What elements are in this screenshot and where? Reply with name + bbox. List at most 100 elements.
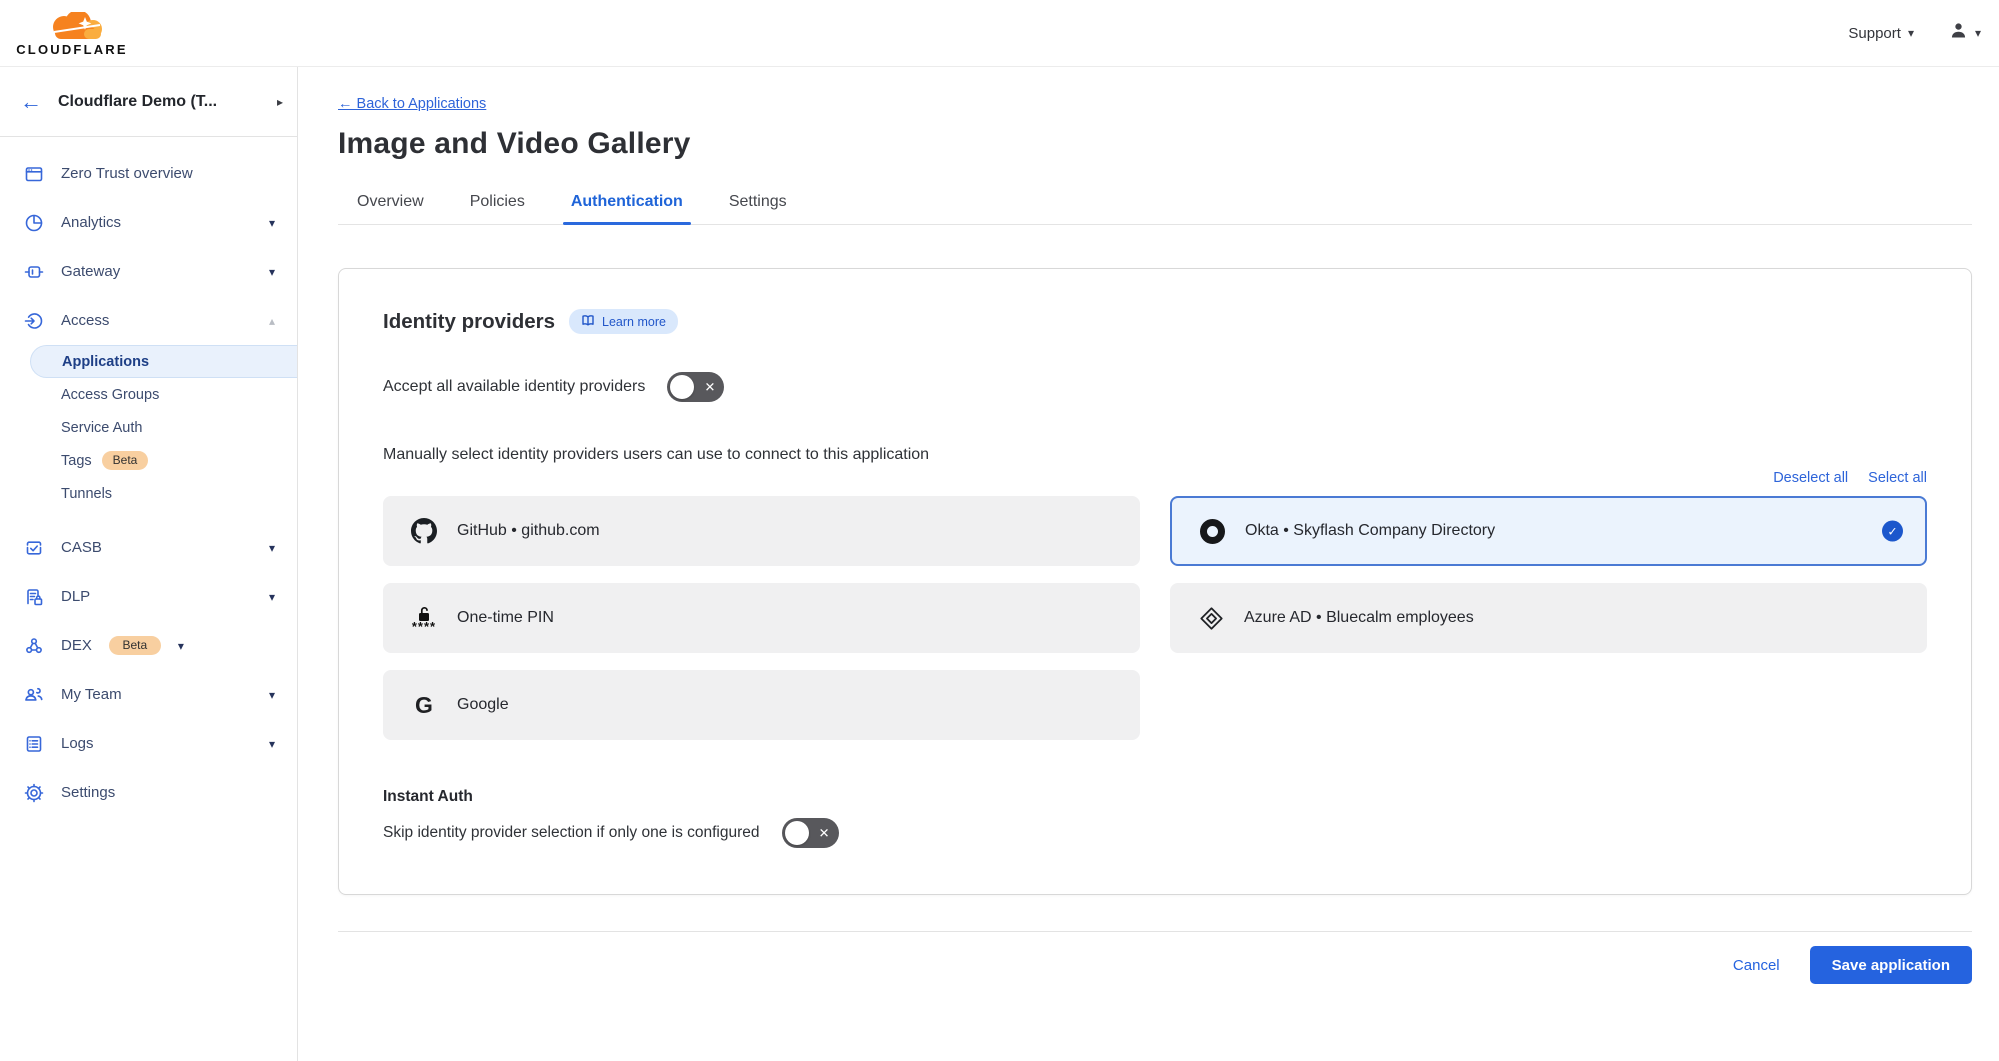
document-lock-icon: [23, 586, 44, 607]
panel-title: Identity providers: [383, 310, 555, 334]
sidebar-item-label: Gateway: [61, 263, 252, 280]
sidebar-item-service-auth[interactable]: Service Auth: [0, 411, 297, 444]
cloudflare-logo[interactable]: CLOUDFLARE: [14, 10, 130, 57]
sidebar-item-label: Zero Trust overview: [61, 165, 275, 182]
chevron-down-icon: ▾: [1908, 27, 1914, 39]
team-icon: [23, 684, 44, 705]
sidebar-item-label: DLP: [61, 588, 252, 605]
provider-card-one-time-pin[interactable]: **** One-time PIN: [383, 583, 1140, 653]
sidebar-item-applications[interactable]: Applications: [30, 345, 297, 378]
sidebar-item-dlp[interactable]: DLP ▾: [0, 572, 297, 621]
sidebar-item-label: Analytics: [61, 214, 252, 231]
provider-card-github[interactable]: GitHub • github.com: [383, 496, 1140, 566]
github-icon: [410, 518, 438, 544]
chevron-up-icon[interactable]: ▴: [269, 315, 275, 327]
provider-card-google[interactable]: G Google: [383, 670, 1140, 740]
sidebar-item-my-team[interactable]: My Team ▾: [0, 670, 297, 719]
cloudflare-wordmark: CLOUDFLARE: [16, 42, 128, 57]
top-bar: CLOUDFLARE Support ▾ ▾: [0, 0, 1999, 67]
beta-badge: Beta: [102, 451, 149, 470]
tab-overview[interactable]: Overview: [355, 187, 426, 224]
back-to-applications-link[interactable]: ← Back to Applications: [338, 96, 486, 112]
accept-all-toggle[interactable]: ✕: [667, 372, 724, 402]
gateway-icon: [23, 261, 44, 282]
support-menu[interactable]: Support ▾: [1848, 25, 1914, 42]
learn-more-label: Learn more: [602, 315, 666, 329]
main-content: ← Back to Applications Image and Video G…: [298, 67, 1999, 1061]
select-all-link[interactable]: Select all: [1868, 470, 1927, 486]
sidebar-item-label: Tunnels: [61, 486, 112, 502]
google-icon: G: [410, 694, 438, 717]
provider-label: Azure AD • Bluecalm employees: [1244, 609, 1474, 627]
chevron-down-icon[interactable]: ▾: [269, 266, 275, 278]
account-name[interactable]: Cloudflare Demo (T...: [58, 93, 261, 111]
azure-ad-icon: [1197, 606, 1225, 631]
provider-label: Google: [457, 696, 509, 714]
skip-selection-label: Skip identity provider selection if only…: [383, 824, 760, 842]
provider-label: Okta • Skyflash Company Directory: [1245, 522, 1495, 540]
window-icon: [23, 163, 44, 184]
casb-icon: [23, 537, 44, 558]
sidebar-item-tunnels[interactable]: Tunnels: [0, 477, 297, 510]
sidebar-item-label: Applications: [62, 354, 149, 370]
book-icon: [581, 313, 595, 330]
support-label: Support: [1848, 25, 1901, 42]
sidebar-item-settings[interactable]: Settings: [0, 768, 297, 817]
save-application-button[interactable]: Save application: [1810, 946, 1972, 984]
okta-icon: [1198, 519, 1226, 544]
cancel-button[interactable]: Cancel: [1733, 957, 1780, 974]
sidebar-item-zero-trust-overview[interactable]: Zero Trust overview: [0, 149, 297, 198]
learn-more-button[interactable]: Learn more: [569, 309, 678, 334]
sidebar-item-dex[interactable]: DEX Beta ▾: [0, 621, 297, 670]
provider-label: GitHub • github.com: [457, 522, 600, 540]
sidebar-item-label: My Team: [61, 686, 252, 703]
sidebar-item-tags[interactable]: Tags Beta: [0, 444, 297, 477]
chevron-down-icon: ▾: [1975, 27, 1981, 39]
tab-authentication[interactable]: Authentication: [569, 187, 685, 224]
instant-auth-toggle[interactable]: ✕: [782, 818, 839, 848]
chevron-down-icon[interactable]: ▾: [269, 217, 275, 229]
selected-check-icon: ✓: [1882, 521, 1903, 542]
sidebar-item-casb[interactable]: CASB ▾: [0, 523, 297, 572]
footer-divider: [338, 931, 1972, 932]
beta-badge: Beta: [109, 636, 161, 655]
back-arrow-icon[interactable]: ←: [20, 91, 42, 113]
user-icon: [1948, 20, 1969, 46]
manual-select-label: Manually select identity providers users…: [383, 446, 1927, 464]
sidebar-item-analytics[interactable]: Analytics ▾: [0, 198, 297, 247]
chevron-down-icon[interactable]: ▾: [269, 689, 275, 701]
footer-actions: Cancel Save application: [338, 946, 1972, 984]
pie-chart-icon: [23, 212, 44, 233]
pin-asterisks: ****: [412, 624, 436, 630]
access-icon: [23, 310, 44, 331]
user-menu[interactable]: ▾: [1948, 20, 1981, 46]
chevron-down-icon[interactable]: ▾: [269, 542, 275, 554]
chevron-down-icon[interactable]: ▾: [269, 591, 275, 603]
sidebar-item-logs[interactable]: Logs ▾: [0, 719, 297, 768]
chevron-right-icon[interactable]: ▸: [277, 95, 283, 109]
chevron-down-icon[interactable]: ▾: [269, 738, 275, 750]
toggle-off-icon: ✕: [819, 827, 830, 840]
sidebar-item-label: Access Groups: [61, 387, 159, 403]
sidebar-item-gateway[interactable]: Gateway ▾: [0, 247, 297, 296]
sidebar-item-access-groups[interactable]: Access Groups: [0, 378, 297, 411]
one-time-pin-icon: ****: [410, 606, 438, 630]
chevron-down-icon[interactable]: ▾: [178, 640, 184, 652]
toggle-off-icon: ✕: [704, 381, 715, 394]
sidebar-item-label: Access: [61, 312, 252, 329]
page-title: Image and Video Gallery: [338, 127, 1972, 161]
deselect-all-link[interactable]: Deselect all: [1773, 470, 1848, 486]
sidebar-item-access[interactable]: Access ▴: [0, 296, 297, 345]
sidebar-item-label: Settings: [61, 784, 275, 801]
sidebar-item-label: Tags: [61, 453, 92, 469]
provider-card-okta[interactable]: Okta • Skyflash Company Directory ✓: [1170, 496, 1927, 566]
sidebar-header: ← Cloudflare Demo (T... ▸: [0, 67, 297, 137]
sidebar-item-label: DEX: [61, 637, 92, 654]
accept-all-label: Accept all available identity providers: [383, 378, 645, 396]
tab-settings[interactable]: Settings: [727, 187, 789, 224]
list-document-icon: [23, 733, 44, 754]
gear-icon: [23, 782, 44, 803]
tab-bar: Overview Policies Authentication Setting…: [338, 187, 1972, 225]
provider-card-azure-ad[interactable]: Azure AD • Bluecalm employees: [1170, 583, 1927, 653]
tab-policies[interactable]: Policies: [468, 187, 527, 224]
